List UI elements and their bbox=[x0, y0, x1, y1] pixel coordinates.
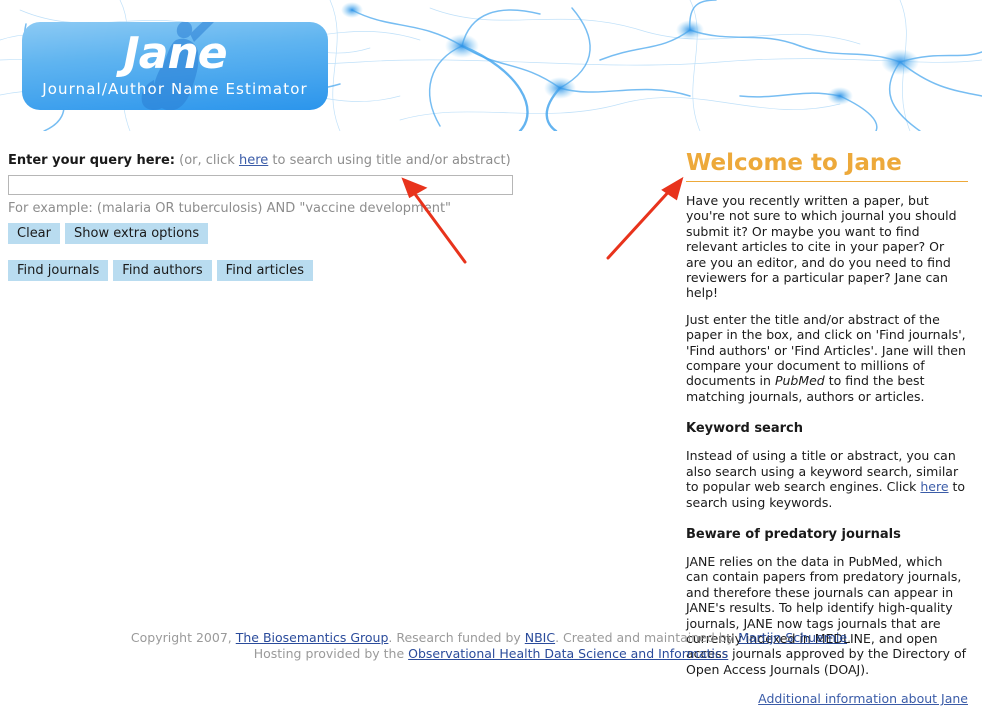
query-hint-after: to search using title and/or abstract) bbox=[268, 153, 511, 168]
query-example-text: For example: (malaria OR tuberculosis) A… bbox=[8, 201, 452, 216]
keyword-part-1: Instead of using a title or abstract, yo… bbox=[686, 448, 959, 495]
martijn-schuemie-link[interactable]: Martijn Schuemie bbox=[738, 630, 847, 645]
page-footer: Copyright 2007, The Biosemantics Group. … bbox=[0, 630, 982, 662]
footer-line-1: Copyright 2007, The Biosemantics Group. … bbox=[0, 630, 982, 646]
footer-hosting-text: Hosting provided by the bbox=[253, 646, 409, 661]
pubmed-mention: PubMed bbox=[774, 373, 825, 389]
welcome-panel: Welcome to Jane Have you recently writte… bbox=[686, 150, 968, 707]
find-authors-button[interactable]: Find authors bbox=[113, 260, 212, 281]
additional-info-row: Additional information about Jane bbox=[686, 691, 968, 707]
site-banner: Jane Journal/Author Name Estimator bbox=[0, 0, 982, 131]
footer-text-3: . Created and maintained by bbox=[555, 630, 739, 645]
footer-copyright-text: Copyright 2007, bbox=[130, 630, 236, 645]
nbic-link[interactable]: NBIC bbox=[525, 630, 555, 645]
secondary-button-row: Clear Show extra options bbox=[8, 223, 628, 244]
footer-line-2: Hosting provided by the Observational He… bbox=[0, 646, 982, 662]
query-hint-here-link[interactable]: here bbox=[239, 153, 268, 168]
additional-information-link[interactable]: Additional information about Jane bbox=[758, 691, 968, 706]
welcome-paragraph-1: Have you recently written a paper, but y… bbox=[686, 193, 957, 301]
jane-logo[interactable]: Jane Journal/Author Name Estimator bbox=[22, 22, 328, 110]
welcome-title: Welcome to Jane bbox=[686, 150, 968, 182]
welcome-paragraph-2: Just enter the title and/or abstract of … bbox=[686, 312, 968, 404]
footer-text-2: . Research funded by bbox=[388, 630, 525, 645]
predatory-journals-heading: Beware of predatory journals bbox=[686, 526, 901, 542]
query-form: Enter your query here: (or, click here t… bbox=[8, 152, 628, 281]
logo-subtitle: Journal/Author Name Estimator bbox=[42, 80, 308, 98]
keyword-search-here-link[interactable]: here bbox=[920, 479, 948, 494]
show-extra-options-button[interactable]: Show extra options bbox=[65, 223, 209, 244]
find-journals-button[interactable]: Find journals bbox=[8, 260, 109, 281]
footer-text-4: . bbox=[847, 630, 852, 645]
biosemantics-group-link[interactable]: The Biosemantics Group bbox=[236, 630, 389, 645]
keyword-search-heading: Keyword search bbox=[686, 421, 804, 437]
primary-button-row: Find journals Find authors Find articles bbox=[8, 260, 628, 281]
arrow-to-welcome-title-head bbox=[661, 176, 684, 201]
query-label-text: Enter your query here: bbox=[8, 153, 175, 168]
keyword-search-paragraph: Instead of using a title or abstract, yo… bbox=[686, 448, 968, 510]
query-label: Enter your query here: (or, click here t… bbox=[8, 152, 628, 169]
logo-title: Jane bbox=[123, 28, 227, 79]
query-hint-before: (or, click bbox=[179, 153, 239, 168]
ohdsi-link[interactable]: Observational Health Data Science and In… bbox=[408, 646, 728, 661]
clear-button[interactable]: Clear bbox=[8, 223, 60, 244]
search-input[interactable] bbox=[8, 175, 513, 195]
find-articles-button[interactable]: Find articles bbox=[216, 260, 313, 281]
